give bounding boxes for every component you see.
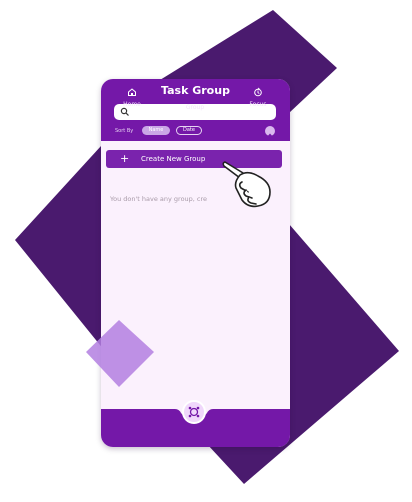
nav-group-label: Group (185, 104, 205, 111)
nav-focus[interactable]: Focus (233, 87, 283, 108)
arrow-up-icon (267, 133, 273, 139)
nav-group[interactable]: Group (170, 100, 220, 111)
group-fab-button[interactable] (182, 400, 206, 424)
phone-screen: Task Group Sort By Name Date + Create Ne… (101, 79, 290, 447)
plus-icon: + (120, 152, 130, 165)
nav-focus-label: Focus (249, 101, 267, 108)
sort-direction-button[interactable] (265, 126, 275, 139)
sort-name-chip[interactable]: Name (142, 126, 170, 135)
focus-icon (254, 87, 262, 97)
group-icon (188, 406, 200, 418)
sort-date-chip[interactable]: Date (176, 126, 202, 135)
nav-home[interactable]: Home (107, 87, 157, 108)
create-group-label: Create New Group (141, 155, 206, 163)
home-icon (128, 88, 136, 96)
pointing-hand-icon (222, 161, 271, 208)
sort-by-label: Sort By (115, 128, 134, 134)
nav-home-label: Home (123, 101, 141, 108)
empty-state-message: You don't have any group, cre (110, 195, 208, 203)
search-icon (120, 107, 129, 116)
